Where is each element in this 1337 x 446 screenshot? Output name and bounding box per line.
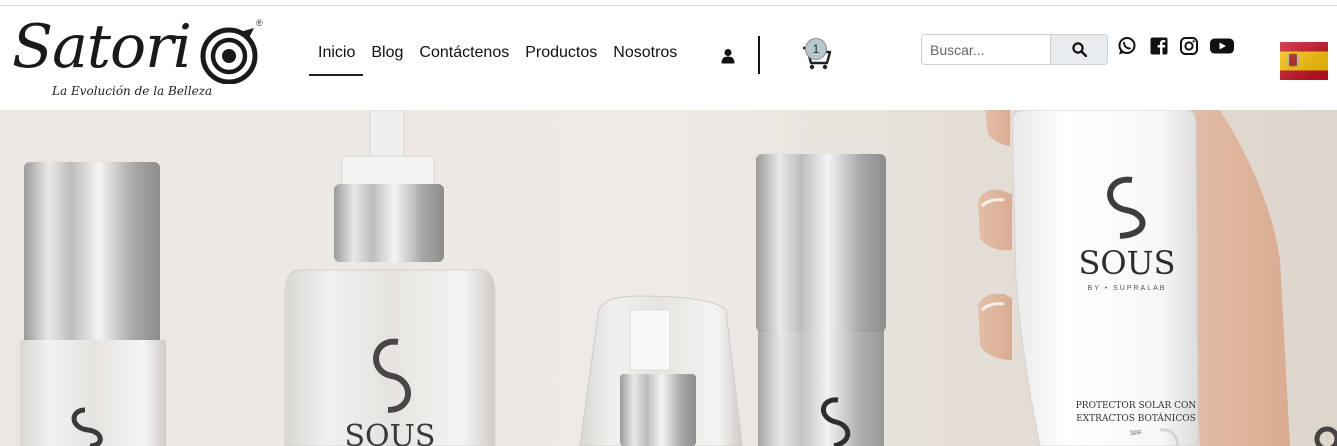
whatsapp-icon[interactable] (1117, 36, 1137, 56)
facebook-icon[interactable] (1149, 36, 1169, 56)
site-header: Satori ® La Evolución de la Belleza Inic… (0, 6, 1337, 110)
hero-bottle-brand: SOUS (345, 419, 436, 446)
slider-control-icon[interactable] (1311, 424, 1337, 446)
hero-label-line1: PROTECTOR SOLAR CON (1076, 401, 1197, 411)
cart-count-badge: 1 (805, 38, 827, 60)
instagram-icon[interactable] (1179, 36, 1199, 56)
hero-product-brand: SOUS (1078, 244, 1175, 282)
search-icon (1072, 42, 1087, 57)
nav-contactenos[interactable]: Contáctenos (411, 42, 517, 76)
nav-blog[interactable]: Blog (363, 42, 411, 76)
nav-inicio[interactable]: Inicio (309, 42, 364, 76)
hero-banner: SOUS SOUS BY • SUPRALAB PROTECTOR SOLAR … (0, 110, 1337, 446)
logo-wordmark: Satori (12, 12, 192, 82)
hero-label-line2: EXTRACTOS BOTÁNICOS (1076, 412, 1196, 424)
nav-productos[interactable]: Productos (517, 42, 605, 76)
hero-label-spf: SPF (1130, 431, 1142, 437)
search-bar (921, 34, 1108, 65)
search-input[interactable] (922, 35, 1050, 64)
logo-swirl-icon (200, 27, 258, 84)
hero-product-image: SOUS SOUS BY • SUPRALAB PROTECTOR SOLAR … (0, 110, 1337, 446)
hero-product-sub: BY • SUPRALAB (1088, 285, 1167, 292)
header-divider (758, 36, 760, 74)
user-icon[interactable] (721, 48, 735, 64)
search-button[interactable] (1050, 35, 1107, 64)
brand-logo[interactable]: Satori ® La Evolución de la Belleza (12, 14, 272, 104)
spain-flag-icon[interactable] (1280, 42, 1328, 80)
registered-mark: ® (256, 18, 263, 28)
youtube-icon[interactable] (1209, 36, 1235, 56)
logo-tagline: La Evolución de la Belleza (52, 84, 213, 98)
nav-nosotros[interactable]: Nosotros (605, 42, 685, 76)
main-nav: Inicio Blog Contáctenos Productos Nosotr… (309, 42, 685, 76)
